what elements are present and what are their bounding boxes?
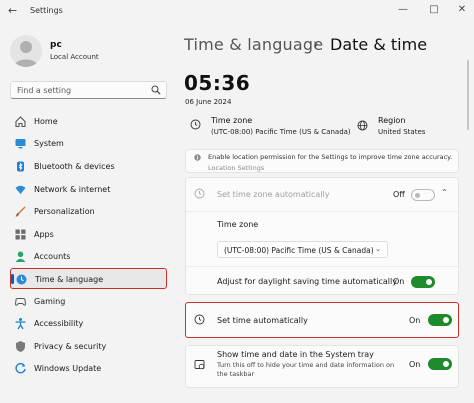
taskbar-clock-icon bbox=[194, 360, 205, 370]
avatar[interactable] bbox=[10, 35, 42, 67]
maximize-icon[interactable]: □ bbox=[427, 3, 441, 17]
sidebar-item-home[interactable]: Home bbox=[10, 111, 167, 132]
time-language-icon bbox=[16, 274, 27, 285]
sidebar-item-label: Gaming bbox=[34, 297, 66, 306]
dst-state: On bbox=[393, 277, 405, 286]
sidebar-item-apps[interactable]: Apps bbox=[10, 224, 167, 245]
breadcrumb-parent[interactable]: Time & language bbox=[184, 35, 323, 54]
gaming-icon bbox=[14, 298, 27, 306]
divider bbox=[186, 211, 458, 212]
current-date: 06 June 2024 bbox=[185, 98, 232, 106]
personalization-icon bbox=[15, 206, 26, 217]
auto-timezone-label: Set time zone automatically bbox=[217, 190, 330, 199]
sidebar-item-label: Windows Update bbox=[34, 364, 102, 373]
sidebar-item-personalization[interactable]: Personalization bbox=[10, 201, 167, 222]
timezone-dropdown-value: (UTC-08:00) Pacific Time (US & Canada) bbox=[224, 246, 374, 255]
dst-label: Adjust for daylight saving time automati… bbox=[217, 277, 397, 286]
window-title: Settings bbox=[30, 6, 63, 15]
systray-description-line2: the taskbar bbox=[217, 370, 255, 378]
close-icon[interactable]: ✕ bbox=[455, 3, 469, 17]
chevron-up-icon[interactable]: ⌃ bbox=[441, 188, 448, 197]
divider bbox=[186, 266, 458, 267]
system-icon bbox=[15, 139, 26, 149]
globe-icon bbox=[357, 120, 368, 131]
region-info-title: Region bbox=[378, 116, 406, 125]
systray-toggle[interactable] bbox=[428, 358, 452, 370]
windows-update-icon bbox=[15, 363, 26, 374]
auto-timezone-state: Off bbox=[393, 190, 405, 199]
timezone-info-value: (UTC-08:00) Pacific Time (US & Canada) bbox=[211, 128, 351, 136]
page-title: Date & time bbox=[330, 35, 428, 54]
info-icon bbox=[194, 154, 201, 161]
minimize-icon[interactable]: — bbox=[396, 3, 410, 17]
sidebar-item-label: Apps bbox=[34, 230, 54, 239]
sidebar-item-label: Bluetooth & devices bbox=[34, 162, 115, 171]
timezone-dropdown[interactable]: (UTC-08:00) Pacific Time (US & Canada) ⌄ bbox=[217, 241, 388, 258]
systray-state: On bbox=[409, 360, 421, 369]
sidebar-item-label: Personalization bbox=[34, 207, 95, 216]
sidebar-item-time-language[interactable]: Time & language bbox=[10, 268, 167, 289]
sidebar-item-label: Accounts bbox=[34, 252, 71, 261]
search-icon[interactable] bbox=[151, 85, 161, 95]
region-info-value: United States bbox=[378, 128, 426, 136]
sidebar-item-windows-update[interactable]: Windows Update bbox=[10, 358, 167, 379]
shield-icon bbox=[16, 341, 25, 352]
sidebar-item-privacy[interactable]: Privacy & security bbox=[10, 336, 167, 357]
scrollbar[interactable] bbox=[467, 60, 469, 130]
dst-toggle[interactable] bbox=[411, 276, 435, 288]
systray-description-line1: Turn this off to hide your time and date… bbox=[217, 361, 395, 369]
user-avatar-icon bbox=[14, 41, 38, 67]
globe-clock-icon bbox=[190, 119, 201, 130]
account-type: Local Account bbox=[50, 53, 99, 61]
accounts-icon bbox=[15, 251, 26, 262]
sidebar-item-system[interactable]: System bbox=[10, 133, 167, 154]
sidebar-item-network[interactable]: Network & internet bbox=[10, 179, 167, 200]
current-time: 05:36 bbox=[184, 71, 251, 95]
timezone-select-label: Time zone bbox=[217, 220, 259, 229]
network-icon bbox=[15, 185, 26, 194]
location-settings-link[interactable]: Location Settings bbox=[208, 164, 264, 172]
breadcrumb-separator: › bbox=[313, 35, 319, 53]
highlight-box bbox=[185, 302, 459, 338]
chevron-down-icon: ⌄ bbox=[375, 245, 381, 253]
sidebar-item-label: Home bbox=[34, 117, 58, 126]
sidebar-item-label: Network & internet bbox=[34, 185, 111, 194]
sidebar-item-label: Privacy & security bbox=[34, 342, 107, 351]
title-bar: ← Settings — □ ✕ bbox=[0, 0, 474, 22]
sidebar-item-label: Accessibility bbox=[34, 319, 84, 328]
bluetooth-icon bbox=[17, 161, 24, 172]
sidebar-item-accounts[interactable]: Accounts bbox=[10, 246, 167, 267]
globe-clock-icon bbox=[194, 188, 205, 199]
accessibility-icon bbox=[15, 318, 26, 330]
sidebar-item-accessibility[interactable]: Accessibility bbox=[10, 313, 167, 334]
back-arrow-icon[interactable]: ← bbox=[8, 4, 22, 18]
systray-label: Show time and date in the System tray bbox=[217, 350, 374, 359]
sidebar-item-label: System bbox=[34, 139, 64, 148]
sidebar-item-bluetooth[interactable]: Bluetooth & devices bbox=[10, 156, 167, 177]
search-input[interactable]: Find a setting bbox=[10, 81, 167, 99]
apps-icon bbox=[15, 229, 26, 240]
search-placeholder: Find a setting bbox=[17, 86, 72, 95]
account-name: pc bbox=[50, 40, 62, 50]
sidebar-item-label: Time & language bbox=[35, 275, 104, 284]
timezone-info-title: Time zone bbox=[211, 116, 253, 125]
sidebar-item-gaming[interactable]: Gaming bbox=[10, 291, 167, 312]
auto-timezone-toggle bbox=[411, 189, 435, 201]
home-icon bbox=[15, 116, 26, 128]
location-notice-text: Enable location permission for the Setti… bbox=[208, 153, 453, 161]
